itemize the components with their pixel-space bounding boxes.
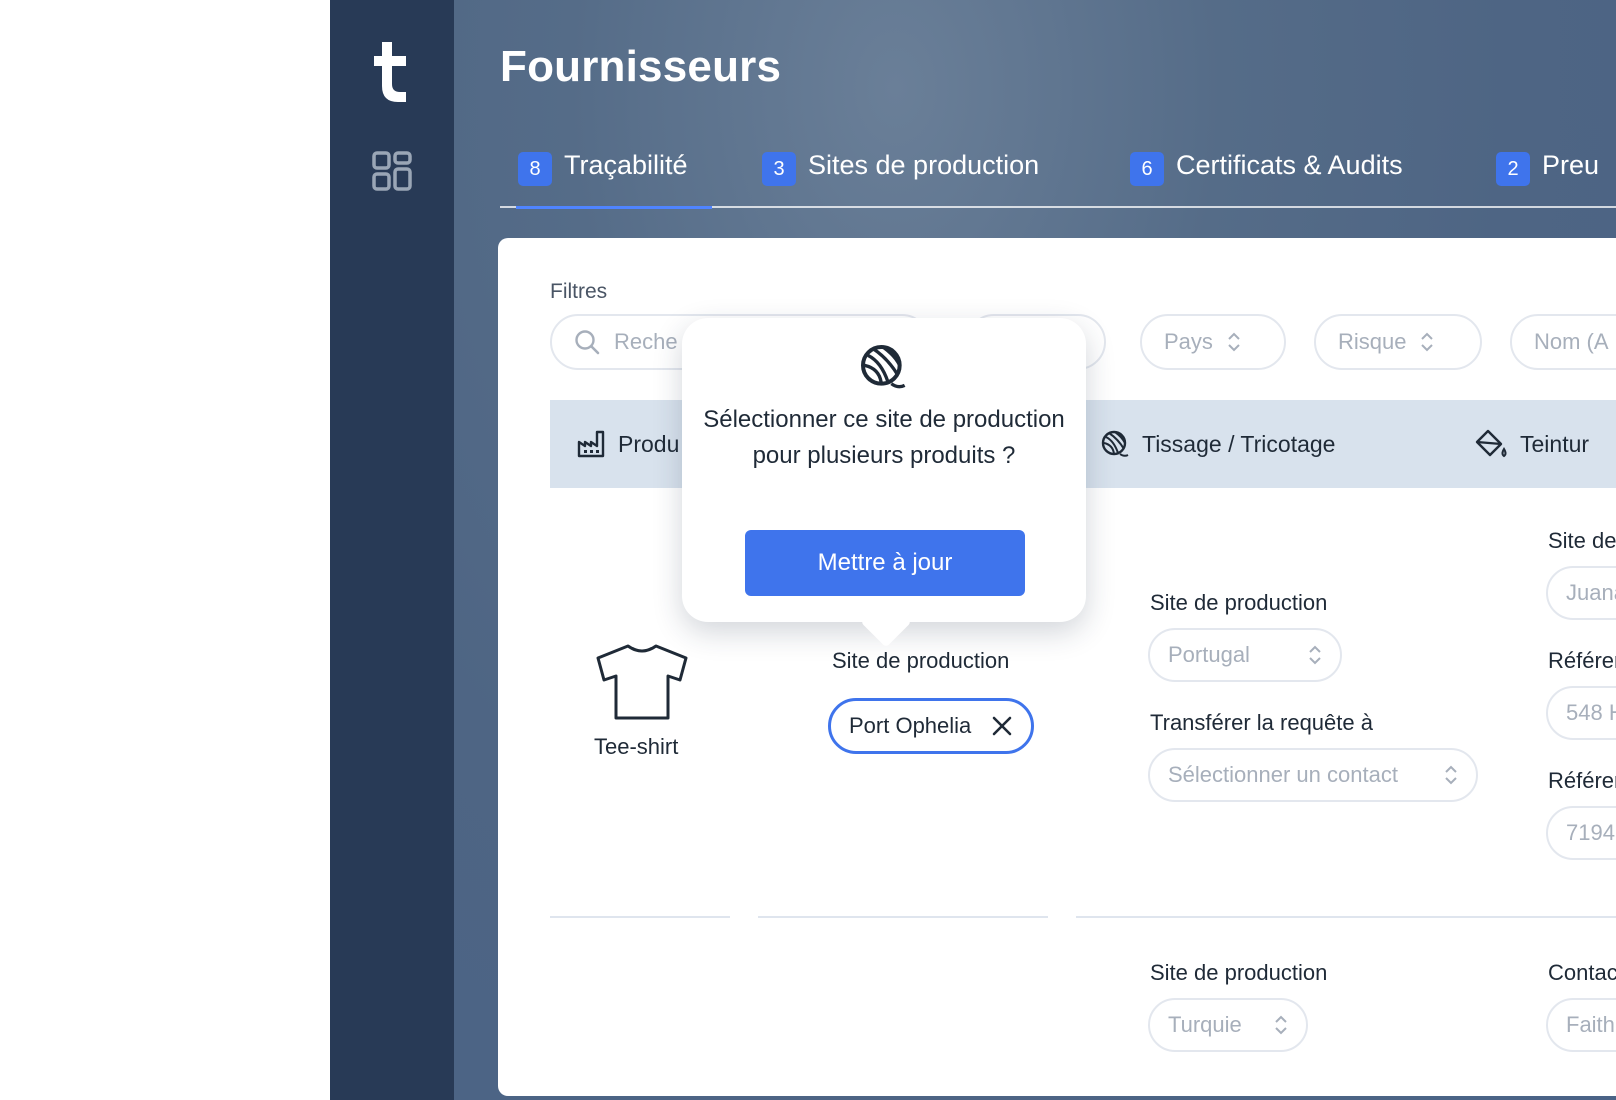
factory-icon — [577, 430, 605, 458]
tissage-site-select[interactable]: Portugal — [1148, 628, 1342, 682]
reference-input-1[interactable]: 548 HU3 — [1546, 686, 1616, 740]
transfer-label: Transférer la requête à — [1150, 710, 1373, 735]
tab-count-badge: 2 — [1496, 152, 1530, 186]
column-header-tissage: Tissage / Tricotage — [1100, 400, 1335, 488]
tab-tracabilite[interactable]: 8 Traçabilité — [516, 150, 712, 209]
tshirt-icon — [596, 644, 688, 720]
tab-count-badge: 3 — [762, 152, 796, 186]
reference-label-1: Référence — [1548, 648, 1616, 673]
select-value: Portugal — [1168, 642, 1250, 667]
teinture-site-input[interactable]: Juana Pr — [1546, 566, 1616, 620]
tab-count-badge: 6 — [1130, 152, 1164, 186]
teinture-site-label: Site de pro — [1548, 528, 1616, 553]
select-placeholder: Sélectionner un contact — [1168, 762, 1398, 787]
row-divider — [550, 916, 730, 918]
filters-label: Filtres — [550, 280, 608, 303]
row-divider — [758, 916, 1048, 918]
filter-nom[interactable]: Nom (A — [1510, 314, 1616, 370]
close-icon[interactable] — [991, 715, 1013, 737]
tab-label: Certificats & Audits — [1176, 150, 1403, 180]
input-value: Faith Rol — [1566, 1012, 1616, 1037]
input-value: 71945-78 — [1566, 820, 1616, 845]
dashboard-grid-icon[interactable] — [371, 150, 413, 192]
tab-count-badge: 8 — [518, 152, 552, 186]
row2-contact-label: Contact — [1548, 960, 1616, 985]
filter-risque-label: Risque — [1338, 329, 1407, 354]
tab-preuves[interactable]: 2 Preu — [1496, 150, 1599, 206]
yarn-ball-icon — [861, 345, 906, 389]
column-header-label: Teintur — [1520, 430, 1590, 457]
chevron-updown-icon — [1445, 765, 1457, 785]
update-button[interactable]: Mettre à jour — [745, 530, 1025, 596]
row-divider — [1076, 916, 1616, 918]
chevron-updown-icon — [1309, 645, 1321, 665]
site-production-tag[interactable]: Port Ophelia — [828, 698, 1034, 754]
logo-t-icon[interactable] — [372, 38, 416, 104]
paint-bucket-icon — [1475, 429, 1507, 458]
multi-product-popover: Sélectionner ce site de production pour … — [682, 318, 1086, 622]
input-value: Juana Pr — [1566, 580, 1616, 605]
column-header-label: Tissage / Tricotage — [1142, 430, 1336, 457]
column-header-label: Produ — [618, 430, 680, 457]
site-tag-label: Port Ophelia — [849, 713, 972, 738]
tab-label: Sites de production — [808, 150, 1040, 180]
select-value: Turquie — [1168, 1012, 1242, 1037]
yarn-ball-icon — [1101, 430, 1129, 457]
chevron-updown-icon — [1228, 332, 1240, 352]
column-header-teinture: Teintur — [1474, 400, 1589, 488]
site-production-label: Site de production — [832, 648, 1010, 673]
transfer-contact-select[interactable]: Sélectionner un contact — [1148, 748, 1478, 802]
product-name: Tee-shirt — [594, 734, 679, 759]
tissage-site-label: Site de production — [1150, 590, 1328, 615]
tab-sites-de-production[interactable]: 3 Sites de production — [762, 150, 1039, 206]
filter-pays-label: Pays — [1164, 329, 1213, 354]
row2-site-select[interactable]: Turquie — [1148, 998, 1308, 1052]
blank-left-area — [0, 0, 330, 1100]
tab-label: Traçabilité — [564, 150, 688, 180]
page-title: Fournisseurs — [500, 42, 782, 91]
filter-nom-label: Nom (A — [1534, 329, 1609, 354]
column-header-product: Produ — [576, 400, 679, 488]
sidebar — [330, 0, 454, 1100]
tab-label: Preu — [1542, 150, 1600, 180]
row2-contact-input[interactable]: Faith Rol — [1546, 998, 1616, 1052]
input-value: 548 HU3 — [1566, 700, 1616, 725]
filter-pays[interactable]: Pays — [1140, 314, 1286, 370]
filter-risque[interactable]: Risque — [1314, 314, 1482, 370]
chevron-updown-icon — [1275, 1015, 1287, 1035]
search-icon — [575, 330, 600, 355]
reference-input-2[interactable]: 71945-78 — [1546, 806, 1616, 860]
tab-certificats-audits[interactable]: 6 Certificats & Audits — [1130, 150, 1403, 206]
row2-site-label: Site de production — [1150, 960, 1328, 985]
reference-label-2: Référence — [1548, 768, 1616, 793]
search-placeholder: Reche — [614, 329, 678, 354]
tab-bar: 8 Traçabilité 3 Sites de production 6 Ce… — [500, 146, 1616, 209]
chevron-updown-icon — [1421, 332, 1434, 352]
popover-message: Sélectionner ce site de production pour … — [703, 406, 1065, 469]
